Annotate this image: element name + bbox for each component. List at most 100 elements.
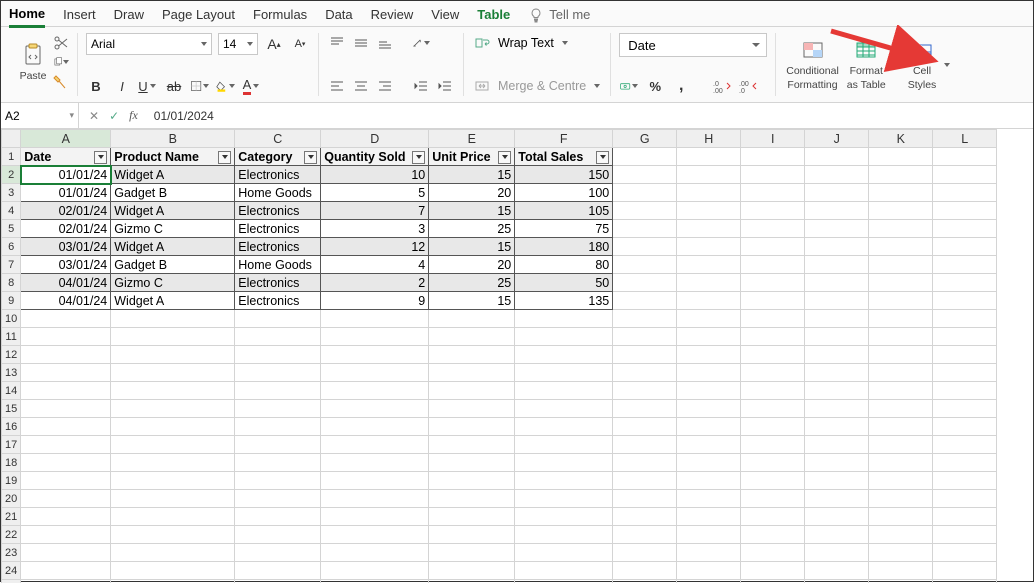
cell[interactable]: 02/01/24	[21, 202, 111, 220]
increase-font-size-button[interactable]: A▴	[264, 34, 284, 54]
cell[interactable]	[933, 436, 997, 454]
row-header[interactable]: 11	[2, 328, 21, 346]
cell[interactable]	[515, 454, 613, 472]
cell[interactable]	[805, 238, 869, 256]
cell[interactable]: 02/01/24	[21, 220, 111, 238]
underline-button[interactable]: U	[138, 76, 158, 96]
cell[interactable]	[805, 220, 869, 238]
cell[interactable]	[869, 292, 933, 310]
cell[interactable]	[677, 364, 741, 382]
cell[interactable]: 4	[321, 256, 429, 274]
cell[interactable]	[869, 202, 933, 220]
row-header[interactable]: 7	[2, 256, 21, 274]
cell[interactable]: 3	[321, 220, 429, 238]
cell[interactable]	[235, 328, 321, 346]
cell[interactable]	[111, 472, 235, 490]
cell[interactable]	[869, 472, 933, 490]
cell[interactable]	[869, 274, 933, 292]
cell[interactable]	[613, 418, 677, 436]
cell-styles-button[interactable]: Cell Styles	[906, 37, 939, 93]
cell[interactable]	[677, 544, 741, 562]
cell[interactable]	[869, 256, 933, 274]
cell[interactable]	[429, 418, 515, 436]
cell[interactable]	[515, 508, 613, 526]
formula-content[interactable]: 01/01/2024	[148, 109, 214, 123]
table-header-cell[interactable]: Unit Price	[429, 148, 515, 166]
cell[interactable]	[805, 526, 869, 544]
cell[interactable]	[677, 202, 741, 220]
cell[interactable]	[869, 148, 933, 166]
font-color-button[interactable]: A	[242, 76, 262, 96]
cell[interactable]	[321, 508, 429, 526]
cell[interactable]	[741, 238, 805, 256]
cell[interactable]	[741, 166, 805, 184]
cell[interactable]	[21, 328, 111, 346]
cell[interactable]	[613, 364, 677, 382]
cell[interactable]	[869, 400, 933, 418]
row-header[interactable]: 1	[2, 148, 21, 166]
cell[interactable]	[111, 310, 235, 328]
cell[interactable]	[235, 544, 321, 562]
column-header-B[interactable]: B	[111, 130, 235, 148]
cell[interactable]: Electronics	[235, 292, 321, 310]
cell[interactable]: Widget A	[111, 292, 235, 310]
cell[interactable]	[515, 580, 613, 583]
cell[interactable]	[429, 364, 515, 382]
cell[interactable]	[933, 256, 997, 274]
cell[interactable]	[741, 148, 805, 166]
cell[interactable]	[613, 436, 677, 454]
filter-dropdown-button[interactable]	[498, 151, 511, 164]
font-size-select[interactable]: 14	[218, 33, 258, 55]
row-header[interactable]: 5	[2, 220, 21, 238]
cell[interactable]	[805, 472, 869, 490]
cell[interactable]	[429, 580, 515, 583]
cell[interactable]	[429, 526, 515, 544]
cell[interactable]	[677, 490, 741, 508]
cell[interactable]	[429, 472, 515, 490]
tab-data[interactable]: Data	[325, 3, 352, 26]
cell[interactable]	[741, 364, 805, 382]
row-header[interactable]: 10	[2, 310, 21, 328]
cell[interactable]	[613, 238, 677, 256]
cell[interactable]	[805, 292, 869, 310]
cell[interactable]	[321, 454, 429, 472]
cell[interactable]	[741, 562, 805, 580]
cell[interactable]: 105	[515, 202, 613, 220]
cell[interactable]	[21, 418, 111, 436]
decrease-font-size-button[interactable]: A▾	[290, 34, 310, 54]
cell[interactable]	[805, 400, 869, 418]
cell[interactable]	[741, 472, 805, 490]
cell[interactable]	[321, 346, 429, 364]
cell[interactable]	[869, 184, 933, 202]
cell[interactable]	[613, 400, 677, 418]
cell[interactable]	[235, 526, 321, 544]
row-header[interactable]: 17	[2, 436, 21, 454]
cell[interactable]	[321, 328, 429, 346]
column-header-H[interactable]: H	[677, 130, 741, 148]
conditional-formatting-button[interactable]: Conditional Formatting	[784, 37, 841, 93]
cell[interactable]	[321, 472, 429, 490]
cell[interactable]	[741, 526, 805, 544]
decrease-decimal-button[interactable]: .00.0	[739, 76, 759, 96]
number-format-select[interactable]: Date	[619, 33, 767, 57]
align-right-button[interactable]	[375, 76, 395, 96]
font-name-select[interactable]: Arial	[86, 33, 212, 55]
cell[interactable]: 15	[429, 292, 515, 310]
table-header-cell[interactable]: Product Name	[111, 148, 235, 166]
cell[interactable]	[21, 382, 111, 400]
cell[interactable]	[805, 418, 869, 436]
cell[interactable]: 04/01/24	[21, 274, 111, 292]
cell[interactable]	[21, 436, 111, 454]
cell[interactable]	[235, 418, 321, 436]
cell[interactable]	[805, 454, 869, 472]
column-header-F[interactable]: F	[515, 130, 613, 148]
cell[interactable]	[869, 544, 933, 562]
cell[interactable]	[21, 310, 111, 328]
cell[interactable]	[805, 346, 869, 364]
cell[interactable]	[805, 508, 869, 526]
cell[interactable]	[741, 310, 805, 328]
cell[interactable]	[321, 364, 429, 382]
orientation-button[interactable]	[411, 33, 431, 53]
filter-dropdown-button[interactable]	[596, 151, 609, 164]
cell[interactable]: 150	[515, 166, 613, 184]
